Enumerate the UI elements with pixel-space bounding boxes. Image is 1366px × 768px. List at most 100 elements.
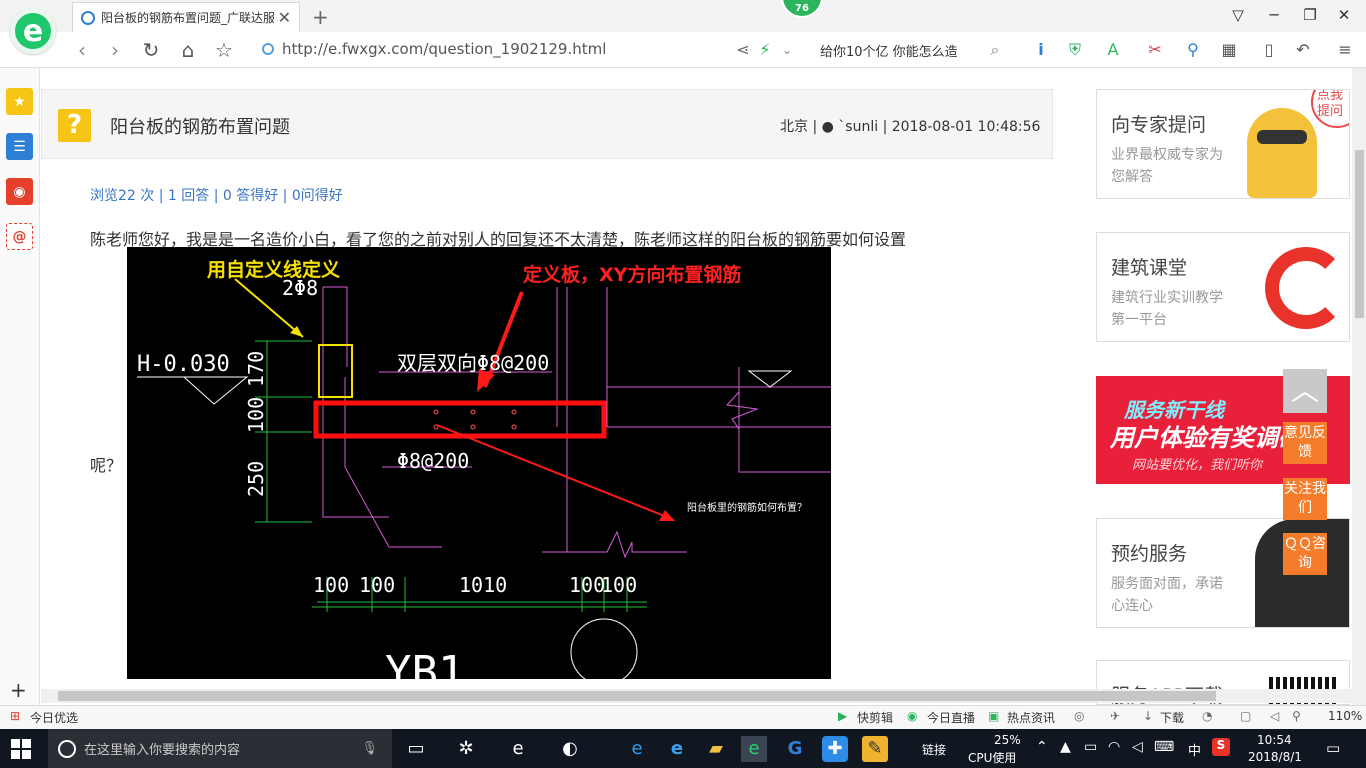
card-subtitle: 建筑行业实训教学第一平台 xyxy=(1111,290,1223,328)
cad-label-bottom: YB1 xyxy=(385,647,464,679)
search-icon[interactable]: ⌕ xyxy=(984,40,1006,60)
action-center-icon[interactable]: ▭ xyxy=(1326,739,1340,757)
mail-icon[interactable]: @ xyxy=(6,223,33,250)
news-icon: ▣ xyxy=(988,709,1000,723)
question-body-end: 呢？ xyxy=(90,456,123,475)
chevron-down-icon[interactable]: ⌄ xyxy=(776,43,798,57)
clock-date[interactable]: 2018/8/1 xyxy=(1248,750,1302,764)
ie-icon[interactable]: e xyxy=(664,736,690,762)
close-window-button[interactable]: ✕ xyxy=(1334,6,1354,24)
address-bar[interactable]: http://e.fwxgx.com/question_1902129.html xyxy=(262,40,606,58)
cad-drawing: 2Φ8 H-0.030 双层双向Φ8@200 Φ8@200 阳台板里的钢筋如何布… xyxy=(137,258,831,679)
wifi-icon[interactable]: ◠ xyxy=(1108,739,1120,755)
ask-expert-card[interactable]: 向专家提问 业界最权威专家为您解答 点我提问 xyxy=(1096,89,1350,199)
question-user[interactable]: `sunli xyxy=(838,119,878,135)
download-icon: ↓ xyxy=(1143,709,1154,723)
volume-icon[interactable]: ◁ xyxy=(1132,739,1143,755)
favorite-star-icon[interactable]: ☆ xyxy=(212,38,236,62)
horizontal-scroll-thumb[interactable] xyxy=(58,691,1216,701)
plus-app-icon[interactable]: ✚ xyxy=(822,736,848,762)
360-browser-taskbar-icon[interactable]: e xyxy=(741,736,767,762)
minimize-button[interactable]: ─ xyxy=(1264,6,1284,24)
back-icon[interactable]: ‹ xyxy=(70,38,94,62)
cad-elevation: H-0.030 xyxy=(137,352,230,377)
cad-rebar-two-way: 双层双向Φ8@200 xyxy=(397,351,549,375)
sogou-ime-icon[interactable]: S xyxy=(1212,738,1230,756)
refresh-icon[interactable]: ↻ xyxy=(139,38,163,62)
accelerate-icon[interactable]: ◎ xyxy=(1074,709,1084,723)
windows-start-icon[interactable] xyxy=(10,738,32,760)
tab-title: 阳台板的钢筋布置问题_广联达服 xyxy=(101,11,274,25)
links-toolbar[interactable]: 链接 xyxy=(922,741,946,758)
new-tab-button[interactable]: + xyxy=(312,5,329,29)
reading-list-icon[interactable]: ☰ xyxy=(6,133,33,160)
building-class-logo-icon xyxy=(1265,247,1347,329)
download-link[interactable]: 下载 xyxy=(1160,709,1184,726)
feedback-button[interactable]: 意见反馈 xyxy=(1283,422,1327,464)
taskbar-search-input[interactable]: 在这里输入你要搜索的内容 🎙 xyxy=(48,729,392,768)
shield-icon[interactable]: ⛨ xyxy=(1064,40,1086,60)
tab-active[interactable]: 阳台板的钢筋布置问题_广联达服 ✕ xyxy=(72,2,300,32)
ip-icon[interactable]: i xyxy=(1030,40,1052,59)
scissors-icon[interactable]: ✂ xyxy=(1144,40,1166,59)
zoom-icon[interactable]: ⚲ xyxy=(1292,709,1301,723)
apps-grid-icon[interactable]: ▦ xyxy=(1218,40,1240,59)
menu-icon[interactable]: ≡ xyxy=(1334,40,1356,59)
back-to-top-button[interactable]: ︿ xyxy=(1283,369,1327,413)
window-icon[interactable]: ▢ xyxy=(1240,709,1251,723)
news-link[interactable]: 热点资讯 xyxy=(1007,709,1055,726)
task-view-icon[interactable]: ▭ xyxy=(403,736,429,762)
cortana-icon xyxy=(58,739,76,758)
battery-icon[interactable]: ▭ xyxy=(1084,739,1097,755)
share-icon[interactable]: ⋖ xyxy=(732,40,754,59)
edge-legacy-icon[interactable]: e xyxy=(505,736,531,762)
tab-close-icon[interactable]: ✕ xyxy=(278,8,291,27)
undo-icon[interactable]: ↶ xyxy=(1292,40,1314,59)
g-app-icon[interactable]: G xyxy=(782,736,808,762)
favorites-star-icon[interactable]: ★ xyxy=(6,88,33,115)
home-icon[interactable]: ⌂ xyxy=(176,38,200,62)
fan-app-icon[interactable]: ✲ xyxy=(453,736,479,762)
shirt-icon[interactable]: ▽ xyxy=(1228,6,1248,24)
question-location: 北京 xyxy=(780,119,808,135)
live-icon: ◉ xyxy=(907,709,918,723)
cpu-percent: 25% xyxy=(994,733,1021,747)
today-picks-link[interactable]: 今日优选 xyxy=(30,709,78,726)
browser-logo-icon[interactable]: e xyxy=(10,8,56,54)
search-input[interactable]: 给你10个亿 你能怎么造 xyxy=(820,41,958,60)
sound-icon[interactable]: ◁ xyxy=(1270,709,1279,723)
magnifier-icon[interactable]: ⚲ xyxy=(1182,40,1204,59)
swirl-app-icon[interactable]: ◐ xyxy=(557,736,583,762)
mascot-glasses-icon xyxy=(1257,130,1307,144)
live-link[interactable]: 今日直播 xyxy=(927,709,975,726)
card-subtitle: 业界最权威专家为您解答 xyxy=(1111,147,1223,185)
card-title: 预约服务 xyxy=(1111,543,1188,565)
question-mark-icon: ? xyxy=(58,109,91,142)
microphone-icon[interactable]: 🎙 xyxy=(361,741,378,756)
file-explorer-icon[interactable]: ▰ xyxy=(703,736,729,762)
clock-time[interactable]: 10:54 xyxy=(1257,733,1292,747)
lightning-icon[interactable]: ⚡ xyxy=(754,40,776,59)
weibo-icon[interactable]: ◉ xyxy=(6,178,33,205)
follow-button[interactable]: 关注我们 xyxy=(1283,478,1327,520)
notification-bell-icon[interactable]: ▲ xyxy=(1060,739,1071,755)
pin-icon[interactable]: ✈ xyxy=(1110,709,1120,723)
history-icon[interactable]: ◔ xyxy=(1202,709,1212,723)
notes-app-icon[interactable]: ✎ xyxy=(862,736,888,762)
tray-chevron-up-icon[interactable]: ⌃ xyxy=(1036,739,1048,755)
edge-icon[interactable]: e xyxy=(624,736,650,762)
keyboard-icon[interactable]: ⌨ xyxy=(1154,739,1174,755)
vertical-scroll-thumb[interactable] xyxy=(1355,150,1364,318)
translate-icon[interactable]: A xyxy=(1102,40,1124,59)
forward-icon[interactable]: › xyxy=(103,38,127,62)
building-class-card[interactable]: 建筑课堂 建筑行业实训教学第一平台 xyxy=(1096,232,1350,342)
question-stats: 浏览22 次 | 1 回答 | 0 答得好 | 0问得好 xyxy=(90,188,343,204)
kuaijianji-link[interactable]: 快剪辑 xyxy=(857,709,893,726)
ime-indicator[interactable]: 中 xyxy=(1188,740,1201,759)
qq-consult-button[interactable]: ＱＱ咨询 xyxy=(1283,533,1327,575)
add-sidebar-button[interactable]: + xyxy=(10,678,27,702)
ask-corner-badge[interactable]: 点我提问 xyxy=(1311,90,1349,128)
zoom-level[interactable]: 110% xyxy=(1328,709,1362,723)
phone-icon[interactable]: ▯ xyxy=(1258,40,1280,59)
restore-button[interactable]: ❐ xyxy=(1300,6,1320,24)
